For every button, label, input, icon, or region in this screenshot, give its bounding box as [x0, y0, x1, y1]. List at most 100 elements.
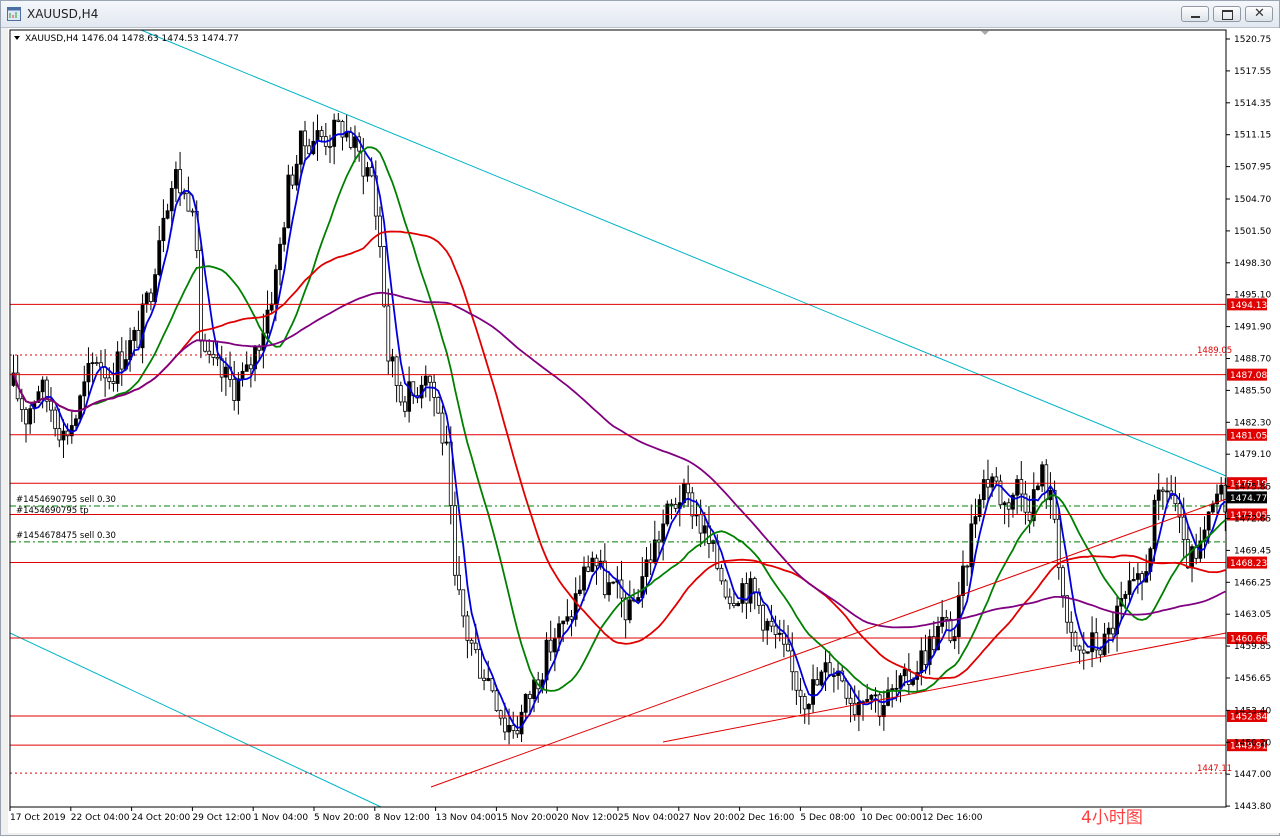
price-tick-label: 1495.10 — [1234, 291, 1271, 301]
candle-body — [523, 693, 528, 713]
candle-body — [586, 566, 591, 572]
candle-body — [611, 581, 616, 584]
candle-body — [278, 243, 282, 271]
candle-body — [740, 583, 745, 604]
title-bar[interactable]: XAUUSD,H4 ✕ — [1, 1, 1279, 28]
candle-body — [457, 574, 461, 591]
candle-body — [1090, 632, 1094, 653]
candle-body — [1135, 573, 1140, 580]
candle-body — [815, 679, 820, 686]
candle-body — [1098, 649, 1103, 656]
candle-body — [1110, 627, 1115, 635]
price-level-label: 1447.11 — [1197, 764, 1232, 774]
candle-body — [515, 730, 520, 735]
candle-body — [74, 418, 78, 426]
candle-body — [1061, 567, 1065, 597]
chart-area[interactable]: 1494.13 1489.05 1487.08 1481.05 1476.19 1473.… — [8, 28, 1280, 833]
candle-body — [561, 620, 566, 625]
candle-body — [211, 353, 216, 358]
candle-body — [482, 677, 486, 681]
candle-body — [223, 366, 228, 378]
candle-body — [24, 409, 28, 425]
time-tick-label: 15 Nov 20:00 — [496, 813, 557, 823]
candle-body — [423, 375, 428, 386]
price-tick-label: 1485.50 — [1234, 386, 1271, 396]
candle-body — [802, 696, 807, 710]
order-label: #1454690795 sell 0.30 — [16, 495, 116, 505]
candle-body — [532, 679, 536, 700]
time-tick-label: 17 Oct 2019 — [10, 813, 66, 823]
candle-body — [732, 603, 736, 607]
candle-body — [719, 567, 724, 582]
candle-body — [111, 381, 116, 384]
candle-body — [1002, 502, 1007, 506]
candle-body — [752, 578, 757, 593]
candle-body — [461, 589, 466, 617]
candle-body — [286, 174, 291, 229]
candle-body — [1036, 485, 1040, 490]
candle-body — [248, 364, 253, 370]
price-tick-label: 1482.30 — [1234, 418, 1271, 428]
time-tick-label: 24 Oct 20:00 — [132, 813, 191, 823]
candle-body — [1019, 479, 1024, 495]
price-level-label: 1494.13 — [1230, 301, 1267, 311]
time-tick-label: 13 Nov 04:00 — [436, 813, 497, 823]
timeframe-watermark: 4小时图 — [1081, 808, 1143, 828]
candle — [819, 669, 824, 687]
candle-body — [944, 616, 949, 620]
current-price-label: 1474.77 — [1230, 494, 1267, 504]
time-tick-label: 22 Oct 04:00 — [71, 813, 130, 823]
candle-body — [382, 246, 387, 307]
close-button[interactable]: ✕ — [1245, 6, 1273, 22]
candle-body — [765, 620, 770, 631]
candle-body — [507, 725, 511, 733]
candle-body — [1065, 595, 1069, 623]
time-tick-label: 1 Nov 04:00 — [253, 813, 308, 823]
candle-body — [432, 381, 437, 398]
candle-body — [736, 603, 741, 607]
candle-body — [902, 668, 907, 677]
candle-body — [661, 523, 666, 543]
candle-body — [1165, 490, 1169, 493]
candle-body — [998, 480, 1003, 506]
candle-body — [698, 514, 703, 534]
candle-body — [827, 662, 832, 676]
candle-body — [498, 710, 503, 719]
candle-body — [652, 539, 657, 564]
candle-body — [257, 346, 262, 351]
chart-window-icon — [7, 7, 21, 21]
candle-body — [332, 119, 337, 147]
minimize-button[interactable] — [1181, 6, 1209, 22]
time-tick-label: 8 Nov 12:00 — [375, 813, 430, 823]
candle-body — [478, 649, 482, 679]
chart-window: XAUUSD,H4 ✕ 1494.13 1489.05 1487.08 1481.05… — [0, 0, 1280, 836]
candle-body — [348, 132, 353, 148]
candle-body — [557, 623, 561, 639]
candle-body — [1073, 631, 1078, 647]
candle-body — [494, 690, 499, 712]
candle-body — [806, 703, 811, 710]
candle-body — [1086, 651, 1090, 654]
price-level-label: 1489.05 — [1197, 346, 1232, 356]
candle-body — [673, 504, 678, 509]
candle-body — [790, 650, 795, 673]
price-tick-label: 1498.30 — [1234, 259, 1271, 269]
candle-body — [690, 492, 695, 517]
candle-body — [582, 566, 586, 591]
time-tick-label: 27 Nov 20:00 — [679, 813, 740, 823]
candle-body — [877, 694, 882, 718]
candle-body — [873, 694, 878, 697]
price-level-label: 1487.08 — [1230, 371, 1267, 381]
restore-icon — [1222, 10, 1233, 20]
candle-body — [1181, 516, 1186, 540]
chart-header: XAUUSD,H4 1476.04 1478.63 1474.53 1474.7… — [25, 34, 239, 44]
candle-body — [149, 292, 153, 303]
restore-button[interactable] — [1213, 6, 1241, 22]
candle-body — [990, 476, 995, 488]
price-chart[interactable]: 1494.131489.051487.081481.051476.191473.… — [8, 28, 1280, 833]
candle-body — [298, 130, 303, 165]
candle-body — [198, 250, 203, 342]
candle-body — [161, 217, 166, 242]
candle-body — [590, 557, 595, 572]
candle-body — [394, 356, 399, 386]
